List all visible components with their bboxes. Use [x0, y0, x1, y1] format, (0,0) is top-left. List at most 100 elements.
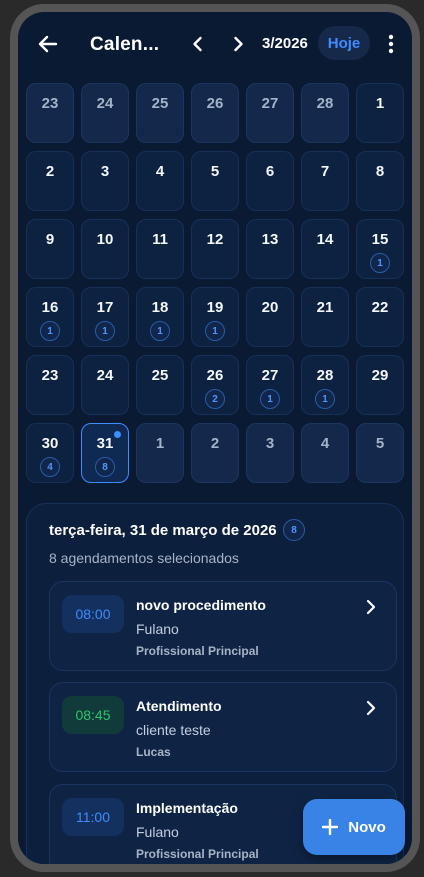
calendar-day[interactable]: 6 [246, 151, 294, 211]
page-title: Calen... [90, 34, 160, 55]
day-number: 9 [45, 231, 55, 248]
day-number: 17 [96, 299, 114, 316]
day-number: 30 [41, 435, 59, 452]
calendar-day[interactable]: 1 [136, 423, 184, 483]
calendar-day[interactable]: 14 [301, 219, 349, 279]
appointment-title: Implementação [136, 800, 238, 816]
day-number: 5 [210, 163, 220, 180]
appointment-client: Fulano [136, 621, 179, 637]
appointment-count-badge: 1 [315, 389, 335, 409]
calendar-day[interactable]: 24 [81, 355, 129, 415]
calendar-day[interactable]: 10 [81, 219, 129, 279]
calendar-day[interactable]: 28 [301, 83, 349, 143]
chevron-right-icon [366, 700, 376, 716]
day-number: 28 [316, 367, 334, 384]
day-number: 7 [320, 163, 330, 180]
calendar-day[interactable]: 21 [301, 287, 349, 347]
appointment-card[interactable]: 08:00 novo procedimento Fulano Profissio… [49, 581, 397, 671]
appointment-professional: Profissional Principal [136, 644, 259, 658]
calendar-day[interactable]: 8 [356, 151, 404, 211]
day-number: 16 [41, 299, 59, 316]
calendar-day[interactable]: 28 1 [301, 355, 349, 415]
day-number: 11 [152, 231, 168, 248]
day-number: 5 [375, 435, 385, 452]
calendar-day[interactable]: 23 [26, 83, 74, 143]
calendar-day[interactable]: 15 1 [356, 219, 404, 279]
calendar-grid: 23 24 25 26 27 28 1 2 3 4 5 6 7 8 9 10 11 12 13 14 15 1 16 1 17 1… [26, 83, 404, 483]
calendar-day[interactable]: 2 [26, 151, 74, 211]
calendar-day[interactable]: 5 [191, 151, 239, 211]
back-arrow-icon[interactable] [36, 32, 60, 56]
calendar-day[interactable]: 23 [26, 355, 74, 415]
today-indicator-dot [114, 431, 121, 438]
calendar-day[interactable]: 1 [356, 83, 404, 143]
calendar-day[interactable]: 20 [246, 287, 294, 347]
calendar-day[interactable]: 29 [356, 355, 404, 415]
chevron-right-icon [366, 599, 376, 615]
day-number: 14 [316, 231, 334, 248]
appointment-time: 08:45 [62, 696, 124, 734]
today-button[interactable]: Hoje [318, 26, 370, 60]
calendar-day[interactable]: 17 1 [81, 287, 129, 347]
more-vertical-icon[interactable] [384, 34, 398, 54]
calendar-day[interactable]: 22 [356, 287, 404, 347]
day-number: 2 [210, 435, 220, 452]
appointment-client: Fulano [136, 824, 179, 840]
calendar-day[interactable]: 9 [26, 219, 74, 279]
appointment-count-badge: 1 [370, 253, 390, 273]
calendar-day[interactable]: 4 [136, 151, 184, 211]
calendar-day[interactable]: 13 [246, 219, 294, 279]
day-number: 25 [151, 95, 169, 112]
day-number: 15 [371, 231, 389, 248]
appointment-count-badge: 4 [40, 457, 60, 477]
day-number: 27 [261, 367, 279, 384]
day-number: 23 [41, 367, 59, 384]
calendar-day[interactable]: 3 [246, 423, 294, 483]
appointment-client: cliente teste [136, 722, 211, 738]
calendar-day[interactable]: 3 [81, 151, 129, 211]
calendar-day[interactable]: 27 1 [246, 355, 294, 415]
appointment-count-badge: 8 [95, 457, 115, 477]
calendar-day[interactable]: 11 [136, 219, 184, 279]
day-number: 25 [151, 367, 169, 384]
chevron-left-icon[interactable] [188, 34, 208, 54]
chevron-right-icon[interactable] [228, 34, 248, 54]
day-number: 4 [155, 163, 165, 180]
day-number: 1 [155, 435, 165, 452]
day-number: 27 [261, 95, 279, 112]
day-number: 6 [265, 163, 275, 180]
calendar-day[interactable]: 27 [246, 83, 294, 143]
calendar-day[interactable]: 19 1 [191, 287, 239, 347]
calendar-day[interactable]: 26 2 [191, 355, 239, 415]
day-number: 29 [371, 367, 389, 384]
app-screen: Calen... 3/2026 Hoje 23 24 25 26 27 28 1 2 3 4 5 6 7… [18, 12, 412, 864]
new-button-label: Novo [348, 818, 386, 836]
calendar-day[interactable]: 5 [356, 423, 404, 483]
calendar-day[interactable]: 18 1 [136, 287, 184, 347]
calendar-day[interactable]: 25 [136, 355, 184, 415]
day-number: 21 [316, 299, 334, 316]
calendar-day[interactable]: 25 [136, 83, 184, 143]
app-header: Calen... 3/2026 Hoje [18, 12, 412, 76]
appointment-time: 08:00 [62, 595, 124, 633]
calendar-day[interactable]: 2 [191, 423, 239, 483]
calendar-day[interactable]: 26 [191, 83, 239, 143]
day-number: 23 [41, 95, 59, 112]
calendar-day[interactable]: 24 [81, 83, 129, 143]
calendar-day[interactable]: 4 [301, 423, 349, 483]
calendar-day[interactable]: 12 [191, 219, 239, 279]
calendar-day-selected[interactable]: 31 8 [81, 423, 129, 483]
day-number: 8 [375, 163, 385, 180]
day-number: 24 [96, 367, 114, 384]
day-number: 12 [206, 231, 224, 248]
appointment-count-badge: 8 [283, 519, 305, 541]
day-number: 26 [206, 367, 224, 384]
day-number: 20 [261, 299, 279, 316]
current-month: 3/2026 [262, 35, 308, 52]
calendar-day[interactable]: 16 1 [26, 287, 74, 347]
calendar-day[interactable]: 30 4 [26, 423, 74, 483]
appointment-card[interactable]: 08:45 Atendimento cliente teste Lucas [49, 682, 397, 772]
day-number: 28 [316, 95, 334, 112]
new-appointment-button[interactable]: Novo [303, 799, 405, 855]
calendar-day[interactable]: 7 [301, 151, 349, 211]
